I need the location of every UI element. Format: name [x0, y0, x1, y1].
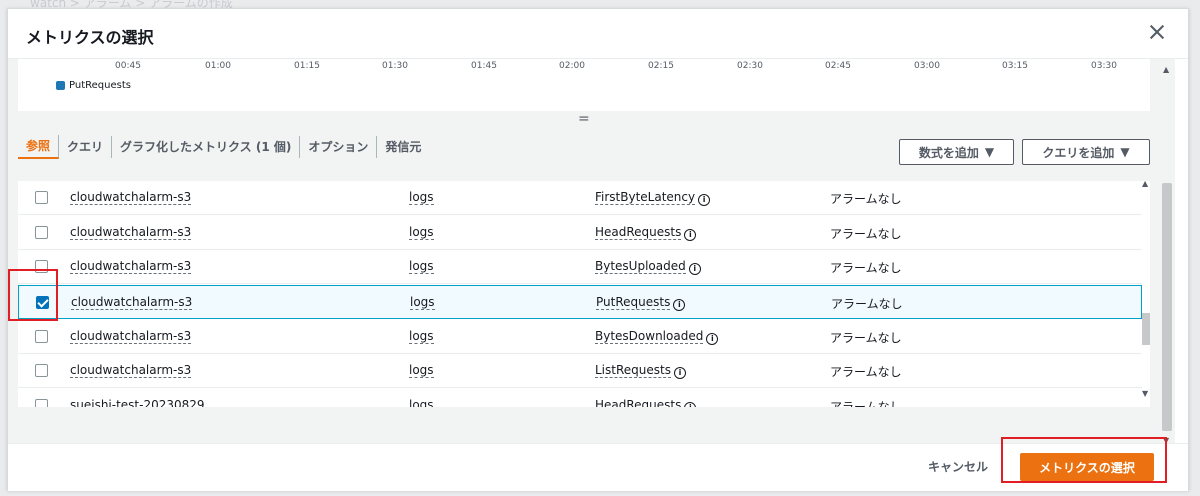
cancel-button[interactable]: キャンセル [928, 458, 988, 475]
info-icon[interactable]: i [698, 194, 711, 206]
scroll-up-icon[interactable]: ▲ [1163, 65, 1169, 74]
x-tick: 02:45 [825, 61, 851, 71]
tab-source[interactable]: 発信元 [377, 136, 429, 158]
filter-id[interactable]: logs [410, 295, 435, 310]
metric-name-cell: ListRequests i [595, 363, 686, 379]
legend-swatch [56, 81, 65, 90]
alarm-status: アラームなし [830, 365, 902, 379]
filter-id[interactable]: logs [409, 225, 434, 240]
x-tick: 03:00 [914, 61, 940, 71]
bucket-name[interactable]: cloudwatchalarm-s3 [70, 363, 192, 378]
metric-name[interactable]: HeadRequests [595, 398, 682, 407]
info-icon[interactable]: i [673, 299, 686, 311]
metric-name[interactable]: PutRequests [596, 295, 671, 310]
x-tick: 02:15 [648, 61, 674, 71]
alarm-status: アラームなし [830, 261, 902, 275]
bucket-name[interactable]: cloudwatchalarm-s3 [70, 329, 192, 344]
alarm-status: アラームなし [830, 192, 902, 206]
row-checkbox[interactable] [35, 191, 48, 204]
scroll-up-icon[interactable]: ▲ [1142, 181, 1148, 188]
filter-id[interactable]: logs [409, 329, 434, 344]
x-tick: 03:30 [1091, 61, 1117, 71]
metric-name-cell: FirstByteLatency i [595, 190, 711, 206]
table-row[interactable]: sueishi-test-20230829 logs HeadRequestsi… [18, 389, 1142, 407]
select-metric-modal: メトリクスの選択 00:45 01:00 01:15 01:30 01:45 0… [7, 8, 1189, 491]
close-icon[interactable] [1148, 23, 1166, 41]
add-math-button[interactable]: 数式を追加 ▼ [899, 139, 1014, 165]
metrics-table: cloudwatchalarm-s3 logs FirstByteLatency… [18, 181, 1150, 407]
table-row[interactable]: cloudwatchalarm-s3 logs ListRequests i アラ… [18, 354, 1142, 388]
table-row[interactable]: cloudwatchalarm-s3 logs BytesDownloaded i… [18, 320, 1142, 354]
bucket-name[interactable]: cloudwatchalarm-s3 [70, 225, 192, 240]
legend-label: PutRequests [69, 80, 131, 91]
tab-graphed-metrics[interactable]: グラフ化したメトリクス (1 個) [112, 136, 301, 158]
tab-bar: 参照 クエリ グラフ化したメトリクス (1 個) オプション 発信元 [18, 129, 429, 165]
modal-title: メトリクスの選択 [26, 28, 154, 47]
metric-name[interactable]: FirstByteLatency [595, 190, 696, 205]
alarm-status: アラームなし [830, 331, 902, 345]
metric-name-cell: BytesUploaded i [595, 259, 701, 275]
caret-down-icon: ▼ [984, 145, 995, 159]
resize-handle[interactable]: = [578, 111, 590, 127]
table-scroll-thumb[interactable] [1142, 313, 1150, 345]
filter-id[interactable]: logs [409, 363, 434, 378]
metric-graph: 00:45 01:00 01:15 01:30 01:45 02:00 02:1… [18, 59, 1150, 111]
table-row[interactable]: cloudwatchalarm-s3 logs FirstByteLatency… [18, 181, 1142, 215]
tab-options[interactable]: オプション [300, 136, 378, 158]
caret-down-icon: ▼ [1120, 145, 1130, 159]
bucket-name[interactable]: cloudwatchalarm-s3 [70, 259, 192, 274]
x-tick: 00:45 [115, 61, 141, 71]
row-checkbox[interactable] [35, 399, 48, 407]
metric-name-cell: HeadRequestsi [595, 225, 697, 241]
graph-legend[interactable]: PutRequests [56, 80, 131, 91]
add-query-label: クエリを追加 [1042, 145, 1115, 160]
table-scrollbar[interactable]: ▲ ▼ [1142, 181, 1150, 407]
metric-name[interactable]: HeadRequests [595, 225, 682, 240]
info-icon[interactable]: i [684, 229, 697, 241]
x-tick: 02:00 [559, 61, 585, 71]
info-icon[interactable]: i [673, 367, 686, 379]
x-tick: 03:15 [1002, 61, 1028, 71]
bucket-name[interactable]: cloudwatchalarm-s3 [71, 295, 193, 310]
x-tick: 01:00 [205, 61, 231, 71]
tab-query[interactable]: クエリ [59, 136, 113, 158]
table-row[interactable]: cloudwatchalarm-s3 logs BytesUploaded i ア… [18, 250, 1142, 284]
table-row-selected[interactable]: cloudwatchalarm-s3 logs PutRequests i アラー… [18, 285, 1142, 319]
tab-browse[interactable]: 参照 [18, 135, 60, 159]
info-icon[interactable]: i [688, 263, 701, 275]
bucket-name[interactable]: sueishi-test-20230829 [70, 398, 205, 407]
scroll-down-icon[interactable]: ▼ [1142, 389, 1148, 398]
x-tick: 01:45 [471, 61, 497, 71]
alarm-status: アラームなし [831, 297, 903, 311]
filter-id[interactable]: logs [409, 190, 434, 205]
alarm-status: アラームなし [830, 400, 902, 407]
modal-body: 00:45 01:00 01:15 01:30 01:45 02:00 02:1… [8, 59, 1168, 444]
x-tick: 01:30 [382, 61, 408, 71]
highlight-box [1001, 437, 1167, 483]
filter-id[interactable]: logs [409, 398, 434, 407]
highlight-box [8, 269, 58, 321]
metric-name-cell: PutRequests i [596, 295, 686, 311]
x-tick: 01:15 [294, 61, 320, 71]
metric-name-cell: BytesDownloaded i [595, 329, 719, 345]
modal-header: メトリクスの選択 [8, 9, 1188, 59]
bucket-name[interactable]: cloudwatchalarm-s3 [70, 190, 192, 205]
table-row[interactable]: cloudwatchalarm-s3 logs HeadRequests i アラ… [18, 216, 1142, 250]
row-checkbox[interactable] [35, 330, 48, 343]
metric-name-cell: HeadRequestsi [595, 398, 697, 407]
metric-name[interactable]: BytesUploaded [595, 259, 686, 274]
row-checkbox[interactable] [35, 226, 48, 239]
add-query-button[interactable]: クエリを追加 ▼ [1022, 139, 1150, 165]
add-math-label: 数式を追加 [918, 145, 979, 160]
modal-scrollbar[interactable]: ▲ ▼ [1159, 59, 1175, 445]
row-checkbox[interactable] [35, 364, 48, 377]
filter-id[interactable]: logs [409, 259, 434, 274]
alarm-status: アラームなし [830, 227, 902, 241]
info-icon[interactable]: i [684, 402, 697, 407]
metric-name[interactable]: BytesDownloaded [595, 329, 704, 344]
metric-name[interactable]: ListRequests [595, 363, 671, 378]
info-icon[interactable]: i [706, 333, 719, 345]
modal-scroll-thumb[interactable] [1162, 183, 1172, 431]
x-tick: 02:30 [737, 61, 763, 71]
